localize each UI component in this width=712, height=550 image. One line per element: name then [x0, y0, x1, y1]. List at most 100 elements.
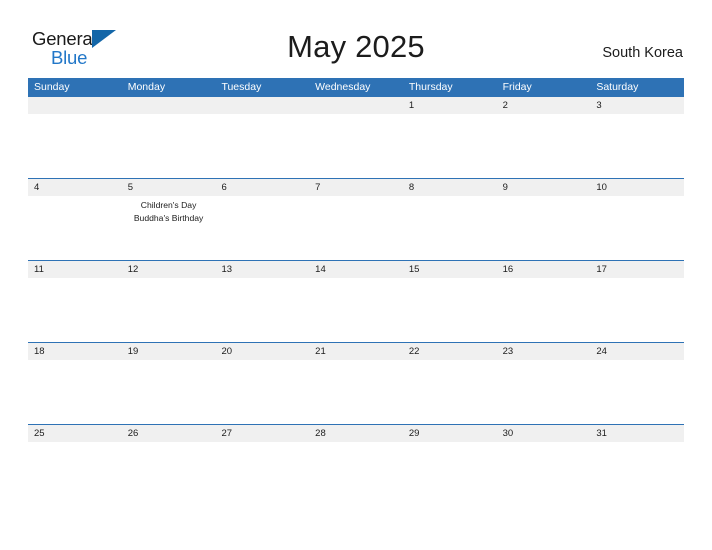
date-cell-empty — [28, 97, 122, 114]
date-cell-28[interactable]: 28 — [309, 425, 403, 442]
date-number-band: 4 5 6 7 8 9 10 — [28, 179, 684, 196]
day-events-22 — [403, 360, 497, 424]
day-events-12 — [122, 278, 216, 342]
calendar-week-row: 25 26 27 28 29 30 31 — [28, 424, 684, 506]
day-events-6 — [215, 196, 309, 260]
day-events-27 — [215, 442, 309, 506]
weekday-header-tuesday: Tuesday — [221, 81, 262, 93]
calendar-grid: Sunday Monday Tuesday Wednesday Thursday Frid… — [28, 78, 684, 506]
calendar-week-row: 11 12 13 14 15 16 17 — [28, 260, 684, 342]
date-cell-23[interactable]: 23 — [497, 343, 591, 360]
date-number-band: 123 — [28, 97, 684, 114]
country-label: South Korea — [602, 45, 683, 61]
date-cell-17[interactable]: 17 — [590, 261, 684, 278]
date-cell-empty — [215, 97, 309, 114]
day-events-25 — [28, 442, 122, 506]
day-events-11 — [28, 278, 122, 342]
date-cell-16[interactable]: 16 — [497, 261, 591, 278]
day-events-31 — [590, 442, 684, 506]
day-events-29 — [403, 442, 497, 506]
day-events-8 — [403, 196, 497, 260]
calendar-week-row: 4 5 6 7 8 9 10 Children's Day Buddha's Birthday — [28, 178, 684, 260]
date-cell-29[interactable]: 29 — [403, 425, 497, 442]
event-band — [28, 360, 684, 424]
date-cell-3[interactable]: 3 — [590, 97, 684, 114]
day-events-28 — [309, 442, 403, 506]
date-cell-26[interactable]: 26 — [122, 425, 216, 442]
day-events-empty — [122, 114, 216, 178]
date-cell-24[interactable]: 24 — [590, 343, 684, 360]
day-events-empty — [215, 114, 309, 178]
date-cell-2[interactable]: 2 — [497, 97, 591, 114]
day-events-13 — [215, 278, 309, 342]
day-events-20 — [215, 360, 309, 424]
day-events-3 — [590, 114, 684, 178]
weekday-header-monday: Monday — [127, 81, 166, 93]
weekday-header-sunday: Sunday — [34, 81, 70, 93]
day-events-17 — [590, 278, 684, 342]
day-events-9 — [497, 196, 591, 260]
date-cell-27[interactable]: 27 — [215, 425, 309, 442]
date-cell-21[interactable]: 21 — [309, 343, 403, 360]
date-cell-15[interactable]: 15 — [403, 261, 497, 278]
calendar-week-row: 18 19 20 21 22 23 24 — [28, 342, 684, 424]
weekday-header-friday: Friday — [502, 81, 532, 93]
day-events-18 — [28, 360, 122, 424]
date-cell-1[interactable]: 1 — [403, 97, 497, 114]
day-events-1 — [403, 114, 497, 178]
day-events-19 — [122, 360, 216, 424]
date-cell-20[interactable]: 20 — [215, 343, 309, 360]
date-cell-12[interactable]: 12 — [122, 261, 216, 278]
day-events-21 — [309, 360, 403, 424]
page-header: General Blue May 2025 South Korea — [0, 0, 712, 95]
date-cell-4[interactable]: 4 — [28, 179, 122, 196]
day-events-4 — [28, 196, 122, 260]
day-events-24 — [590, 360, 684, 424]
event-band — [28, 278, 684, 342]
date-cell-6[interactable]: 6 — [215, 179, 309, 196]
date-cell-9[interactable]: 9 — [497, 179, 591, 196]
day-events-empty — [28, 114, 122, 178]
date-cell-7[interactable]: 7 — [309, 179, 403, 196]
date-number-band: 18 19 20 21 22 23 24 — [28, 343, 684, 360]
date-cell-22[interactable]: 22 — [403, 343, 497, 360]
date-cell-8[interactable]: 8 — [403, 179, 497, 196]
date-cell-14[interactable]: 14 — [309, 261, 403, 278]
date-cell-31[interactable]: 31 — [590, 425, 684, 442]
event-band — [28, 442, 684, 506]
date-number-band: 25 26 27 28 29 30 31 — [28, 425, 684, 442]
date-cell-11[interactable]: 11 — [28, 261, 122, 278]
weekday-header-row: Sunday Monday Tuesday Wednesday Thursday Frid… — [28, 78, 684, 97]
day-events-5[interactable]: Children's Day Buddha's Birthday — [122, 196, 216, 260]
day-events-23 — [497, 360, 591, 424]
date-cell-18[interactable]: 18 — [28, 343, 122, 360]
day-events-empty — [309, 114, 403, 178]
event-label: Buddha's Birthday — [133, 212, 204, 223]
day-events-7 — [309, 196, 403, 260]
day-events-2 — [497, 114, 591, 178]
date-cell-5[interactable]: 5 — [122, 179, 216, 196]
calendar-weeks: 1 2 3 4 5 6 7 8 9 10 Children's Day Buddha's Birthd… — [28, 97, 684, 506]
day-events-14 — [309, 278, 403, 342]
date-cell-19[interactable]: 19 — [122, 343, 216, 360]
date-number-band: 11 12 13 14 15 16 17 — [28, 261, 684, 278]
day-events-15 — [403, 278, 497, 342]
date-cell-empty — [309, 97, 403, 114]
date-cell-empty — [122, 97, 216, 114]
date-cell-13[interactable]: 13 — [215, 261, 309, 278]
event-band: Children's Day Buddha's Birthday — [28, 196, 684, 260]
day-events-30 — [497, 442, 591, 506]
event-label: Children's Day — [140, 200, 197, 210]
event-band — [28, 114, 684, 178]
day-events-10 — [590, 196, 684, 260]
weekday-header-saturday: Saturday — [596, 81, 639, 93]
weekday-header-wednesday: Wednesday — [315, 81, 371, 93]
date-cell-25[interactable]: 25 — [28, 425, 122, 442]
date-cell-30[interactable]: 30 — [497, 425, 591, 442]
date-cell-10[interactable]: 10 — [590, 179, 684, 196]
calendar-week-row: 123 — [28, 97, 684, 178]
day-events-26 — [122, 442, 216, 506]
calendar-page: General Blue May 2025 South Korea Sunday… — [0, 0, 712, 550]
day-events-16 — [497, 278, 591, 342]
weekday-header-thursday: Thursday — [408, 81, 453, 93]
